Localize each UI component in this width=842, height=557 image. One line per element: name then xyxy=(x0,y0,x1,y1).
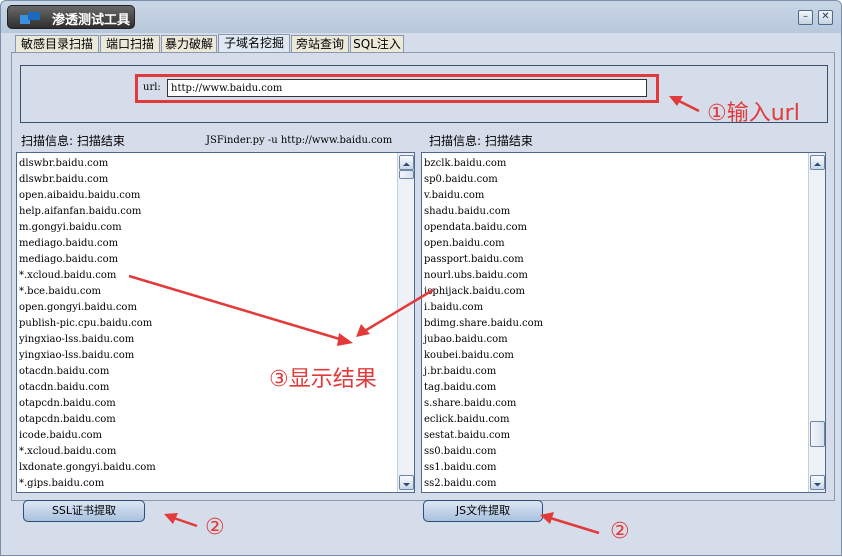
list-item[interactable]: sp0.baidu.com xyxy=(424,172,543,188)
list-item[interactable]: lxdonate.gongyi.baidu.com xyxy=(19,460,156,476)
window-title: 渗透测试工具 xyxy=(52,13,131,28)
annotation-step2-left: ② xyxy=(205,515,225,540)
js-file-extract-button[interactable]: JS文件提取 xyxy=(423,500,543,522)
list-item[interactable]: icode.baidu.com xyxy=(19,428,156,444)
right-scan-info: 扫描信息: 扫描结束 xyxy=(429,134,533,148)
list-item[interactable]: open.baidu.com xyxy=(424,236,543,252)
scroll-up-icon[interactable] xyxy=(810,155,825,170)
app-icon xyxy=(20,12,40,24)
list-item[interactable]: *.bce.baidu.com xyxy=(19,284,156,300)
minimize-icon[interactable]: – xyxy=(798,10,813,25)
scroll-down-icon[interactable] xyxy=(810,475,825,490)
list-item[interactable]: j.br.baidu.com xyxy=(424,364,543,380)
list-item[interactable]: i.baidu.com xyxy=(424,300,543,316)
list-item[interactable]: koubei.baidu.com xyxy=(424,348,543,364)
list-item[interactable]: bzclk.baidu.com xyxy=(424,156,543,172)
list-item[interactable]: otacdn.baidu.com xyxy=(19,364,156,380)
right-scrollbar[interactable] xyxy=(808,153,825,492)
scroll-thumb[interactable] xyxy=(810,421,825,447)
tab-brute-force[interactable]: 暴力破解 xyxy=(161,35,217,53)
list-item[interactable]: shadu.baidu.com xyxy=(424,204,543,220)
list-item[interactable]: yingxiao-lss.baidu.com xyxy=(19,348,156,364)
list-item[interactable]: bdimg.share.baidu.com xyxy=(424,316,543,332)
list-item[interactable]: nourl.ubs.baidu.com xyxy=(424,268,543,284)
left-result-rows: dlswbr.baidu.com dlswbr.baidu.com open.aib… xyxy=(19,156,156,492)
left-result-list[interactable]: dlswbr.baidu.com dlswbr.baidu.com open.aib… xyxy=(16,152,415,493)
tab-subdomain[interactable]: 子域名挖掘 xyxy=(218,34,290,53)
list-item[interactable]: publish-pic.cpu.baidu.com xyxy=(19,316,156,332)
scroll-down-icon[interactable] xyxy=(399,475,414,490)
list-item[interactable]: dlswbr.baidu.com xyxy=(19,156,156,172)
list-item[interactable]: otapcdn.baidu.com xyxy=(19,396,156,412)
tab-sql-injection[interactable]: SQL注入 xyxy=(350,35,404,53)
right-result-rows: bzclk.baidu.com sp0.baidu.com v.baidu.com s… xyxy=(424,156,543,492)
right-result-list[interactable]: bzclk.baidu.com sp0.baidu.com v.baidu.com s… xyxy=(421,152,826,493)
list-item[interactable]: isphijack.baidu.com xyxy=(424,284,543,300)
list-item[interactable]: open.gongyi.baidu.com xyxy=(19,300,156,316)
list-item[interactable]: ss1.baidu.com xyxy=(424,460,543,476)
list-item[interactable]: s.share.baidu.com xyxy=(424,396,543,412)
scroll-thumb[interactable] xyxy=(399,170,414,179)
list-item[interactable]: v.baidu.com xyxy=(424,188,543,204)
list-item[interactable]: opendata.baidu.com xyxy=(424,220,543,236)
list-item[interactable]: otapcdn.baidu.com xyxy=(19,412,156,428)
left-scan-info: 扫描信息: 扫描结束 xyxy=(21,134,125,148)
highlight-box xyxy=(135,74,659,103)
tab-dir-scan[interactable]: 敏感目录扫描 xyxy=(15,35,99,53)
command-text: JSFinder.py -u http://www.baidu.com xyxy=(206,135,393,146)
left-scrollbar[interactable] xyxy=(397,153,414,492)
list-item[interactable]: otacdn.baidu.com xyxy=(19,380,156,396)
list-item[interactable]: *.gips.baidu.com xyxy=(19,476,156,492)
list-item[interactable]: open.aibaidu.baidu.com xyxy=(19,188,156,204)
list-item[interactable]: sestat.baidu.com xyxy=(424,428,543,444)
list-item[interactable]: dlswbr.baidu.com xyxy=(19,172,156,188)
list-item[interactable]: jubao.baidu.com xyxy=(424,332,543,348)
list-item[interactable]: *.xcloud.baidu.com xyxy=(19,268,156,284)
list-item[interactable]: *.xcloud.baidu.com xyxy=(19,444,156,460)
scroll-up-icon[interactable] xyxy=(399,155,414,170)
list-item[interactable]: passport.baidu.com xyxy=(424,252,543,268)
list-item[interactable]: ss2.baidu.com xyxy=(424,476,543,492)
annotation-step2-right: ② xyxy=(610,519,630,544)
list-item[interactable]: help.aifanfan.baidu.com xyxy=(19,204,156,220)
close-icon[interactable]: ✕ xyxy=(818,10,833,25)
tab-port-scan[interactable]: 端口扫描 xyxy=(100,35,160,53)
title-pill: 渗透测试工具 xyxy=(7,5,135,29)
title-bar: 渗透测试工具 – ✕ xyxy=(1,1,841,33)
list-item[interactable]: yingxiao-lss.baidu.com xyxy=(19,332,156,348)
app-window: 渗透测试工具 – ✕ 敏感目录扫描 端口扫描 暴力破解 子域名挖掘 旁站查询 S… xyxy=(0,0,842,556)
list-item[interactable]: ss0.baidu.com xyxy=(424,444,543,460)
tab-side-site[interactable]: 旁站查询 xyxy=(291,35,349,53)
list-item[interactable]: mediago.baidu.com xyxy=(19,236,156,252)
list-item[interactable]: tag.baidu.com xyxy=(424,380,543,396)
list-item[interactable]: mediago.baidu.com xyxy=(19,252,156,268)
list-item[interactable]: m.gongyi.baidu.com xyxy=(19,220,156,236)
annotation-show-result: ③显示结果 xyxy=(269,367,377,392)
list-item[interactable]: eclick.baidu.com xyxy=(424,412,543,428)
ssl-cert-extract-button[interactable]: SSL证书提取 xyxy=(23,500,145,522)
annotation-input-url: ①输入url xyxy=(707,101,800,126)
